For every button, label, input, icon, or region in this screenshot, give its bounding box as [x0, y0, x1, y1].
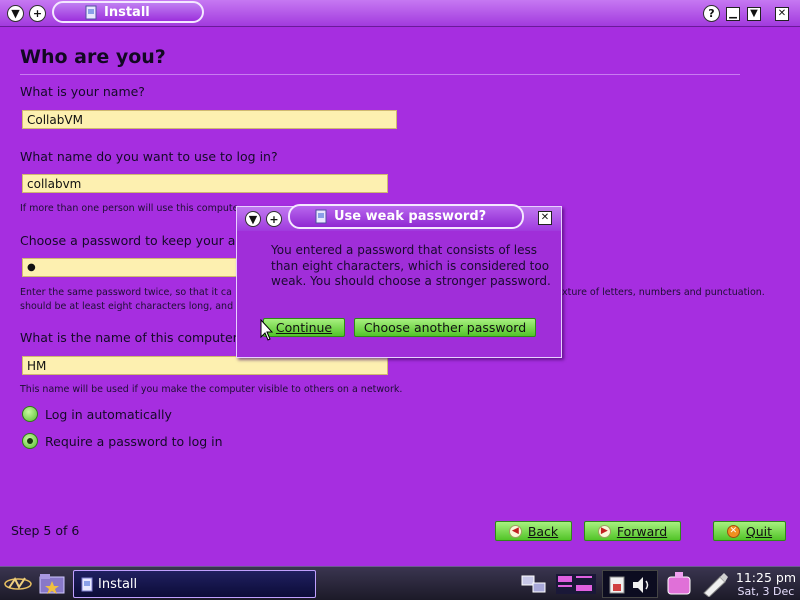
install-app-icon	[85, 5, 97, 20]
continue-button[interactable]: Continue	[263, 318, 345, 337]
computer-name-field[interactable]: HM	[22, 356, 388, 375]
volume-icon[interactable]	[631, 575, 653, 595]
radio-button[interactable]	[22, 406, 38, 422]
home-folder-icon[interactable]	[38, 571, 66, 597]
password-hint-right: xture of letters, numbers and punctuatio…	[562, 287, 765, 298]
mouse-cursor-icon	[260, 319, 273, 341]
quit-icon: ✕	[726, 524, 740, 538]
radio-label: Log in automatically	[45, 406, 172, 422]
battery-icon[interactable]	[607, 575, 627, 595]
name-field[interactable]: CollabVM	[22, 110, 397, 129]
clock-date: Sat, 3 Dec	[737, 585, 795, 598]
dialog-title-tab[interactable]: Use weak password?	[288, 204, 524, 229]
install-app-icon	[315, 209, 327, 224]
pen-icon[interactable]	[700, 571, 730, 597]
password-question: Choose a password to keep your acc	[20, 233, 250, 248]
close-icon[interactable]: ✕	[775, 7, 789, 21]
password-hint-left-2: should be at least eight characters long…	[20, 301, 234, 312]
login-field[interactable]: collabvm	[22, 174, 388, 193]
page-title: Who are you?	[20, 46, 166, 68]
radio-login-automatically[interactable]: Log in automatically	[22, 406, 172, 422]
start-menu-icon[interactable]	[3, 573, 33, 595]
help-icon[interactable]: ?	[703, 5, 720, 22]
quit-button[interactable]: ✕ Quit	[713, 521, 786, 541]
close-icon[interactable]: ✕	[538, 211, 552, 225]
taskbar-item-label: Install	[98, 576, 138, 592]
heading-divider	[20, 74, 740, 75]
window-menu-icon[interactable]: ▼	[7, 5, 24, 22]
radio-button-selected[interactable]	[22, 433, 38, 449]
login-question: What name do you want to use to log in?	[20, 149, 278, 164]
system-tray	[602, 570, 658, 598]
window-titlebar: ▼ + Install ? ▁ ▼ ✕	[0, 0, 800, 27]
forward-button[interactable]: ▶ Forward	[584, 521, 681, 541]
computer-question: What is the name of this computer?	[20, 330, 245, 345]
taskbar: Install 11:25 pm Sat, 3 Dec	[0, 566, 800, 600]
computer-hint: This name will be used if you make the c…	[20, 384, 403, 395]
password-field[interactable]: ●	[22, 258, 252, 277]
weak-password-dialog: ▼ + Use weak password? ✕ You entered a p…	[236, 204, 562, 358]
clock[interactable]: 11:25 pm Sat, 3 Dec	[736, 570, 796, 598]
forward-arrow-icon: ▶	[597, 524, 611, 538]
dialog-title: Use weak password?	[334, 209, 487, 224]
choose-another-password-button[interactable]: Choose another password	[354, 318, 536, 337]
back-button[interactable]: ◀ Back	[495, 521, 572, 541]
name-question: What is your name?	[20, 84, 145, 99]
window-menu-icon[interactable]: ▼	[245, 211, 261, 227]
window-title: Install	[104, 4, 150, 20]
back-arrow-icon: ◀	[508, 524, 522, 538]
taskbar-item-install[interactable]: Install	[73, 570, 316, 598]
chat-icon[interactable]	[666, 570, 692, 598]
network-icon[interactable]	[520, 572, 548, 596]
dialog-message: You entered a password that consists of …	[271, 243, 551, 288]
radio-require-password[interactable]: Require a password to log in	[22, 433, 223, 449]
minimize-icon[interactable]: ▁	[726, 7, 740, 21]
add-icon[interactable]: +	[29, 5, 46, 22]
window-title-tab[interactable]: Install	[52, 1, 204, 23]
add-icon[interactable]: +	[266, 211, 282, 227]
radio-label: Require a password to log in	[45, 433, 223, 449]
clock-time: 11:25 pm	[735, 570, 796, 585]
step-indicator: Step 5 of 6	[11, 523, 80, 538]
login-hint: If more than one person will use this co…	[20, 203, 239, 214]
password-hint-left: Enter the same password twice, so that i…	[20, 287, 232, 298]
dialog-titlebar: ▼ + Use weak password? ✕	[237, 204, 561, 231]
keyboard-icon[interactable]	[554, 572, 598, 596]
maximize-icon[interactable]: ▼	[747, 7, 761, 21]
install-app-icon	[81, 577, 93, 592]
